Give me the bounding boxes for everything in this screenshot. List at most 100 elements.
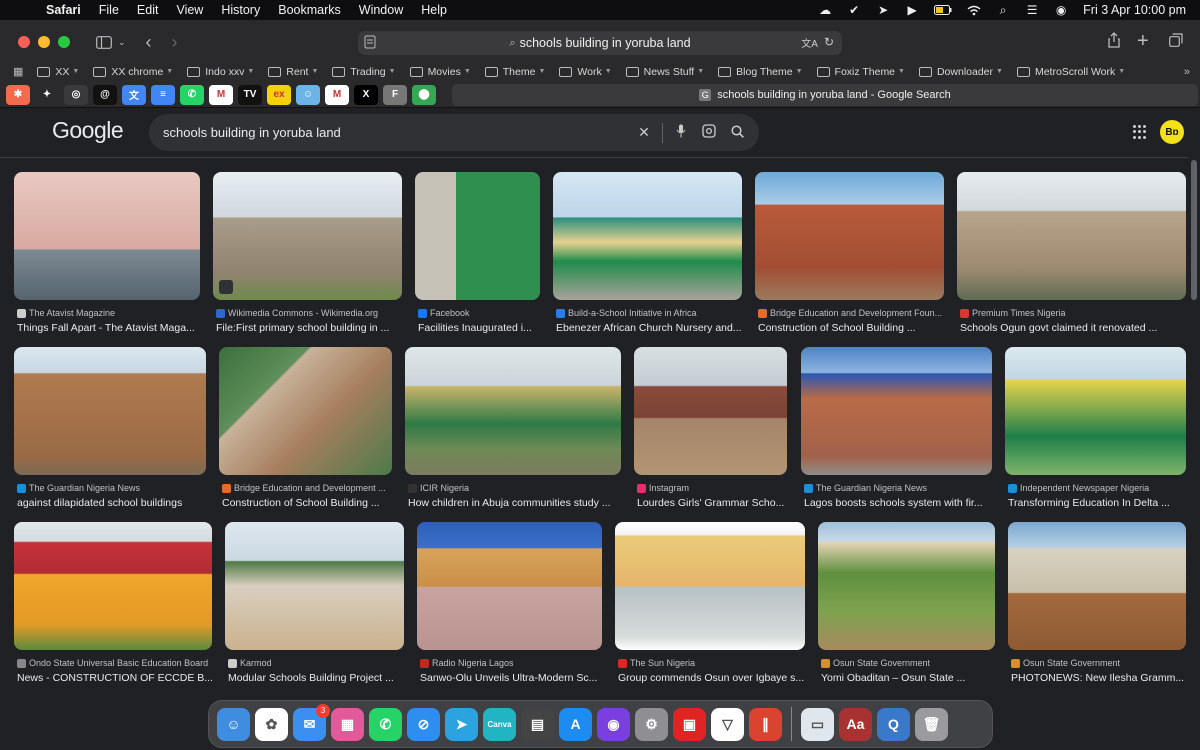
control-center-icon[interactable]: ☰ xyxy=(1025,3,1039,17)
result-source[interactable]: The Atavist Magazine xyxy=(14,308,200,318)
result-thumbnail[interactable] xyxy=(405,347,621,475)
image-result-card[interactable]: Ondo State Universal Basic Education Boa… xyxy=(14,522,212,684)
app-store-icon[interactable]: A xyxy=(559,707,592,741)
image-result-card[interactable]: ICIR Nigeria How children in Abuja commun… xyxy=(405,347,621,509)
bookmark-folder-movies[interactable]: Movies ▼ xyxy=(409,66,471,78)
image-result-card[interactable]: Independent Newspaper Nigeria Transformin… xyxy=(1005,347,1186,509)
image-result-card[interactable]: The Guardian Nigeria News Lagos boosts sc… xyxy=(801,347,992,509)
result-thumbnail[interactable] xyxy=(755,172,944,300)
page-scrollbar[interactable] xyxy=(1188,158,1200,750)
active-tab[interactable]: G schools building in yoruba land - Goog… xyxy=(452,84,1198,106)
calculator-icon[interactable]: ▤ xyxy=(521,707,554,741)
bookmark-folder-trading[interactable]: Trading ▼ xyxy=(332,66,396,78)
result-title[interactable]: PHOTONEWS: New Ilesha Gramm... xyxy=(1011,672,1186,684)
dictionary-icon[interactable]: Aa xyxy=(839,707,872,741)
image-result-card[interactable]: Wikimedia Commons - Wikimedia.org File:Fi… xyxy=(213,172,402,334)
battery-icon[interactable] xyxy=(934,3,952,17)
wifi-icon[interactable] xyxy=(967,3,981,17)
docs-icon[interactable]: ≡ xyxy=(151,84,175,105)
chevron-down-icon[interactable]: ⌄ xyxy=(118,37,126,48)
result-title[interactable]: File:First primary school building in ..… xyxy=(216,322,402,334)
threads-icon[interactable]: @ xyxy=(93,84,117,105)
result-thumbnail[interactable] xyxy=(957,172,1186,300)
bookmark-folder-blog-theme[interactable]: Blog Theme ▼ xyxy=(718,66,803,78)
reader-page-icon[interactable] xyxy=(364,35,378,51)
result-thumbnail[interactable] xyxy=(1005,347,1186,475)
gmail-icon[interactable]: M xyxy=(209,84,233,105)
search-query-text[interactable]: schools building in yoruba land xyxy=(163,125,630,140)
telegram-icon[interactable]: ➤ xyxy=(445,707,478,741)
result-title[interactable]: Construction of School Building ... xyxy=(222,497,392,509)
result-source[interactable]: Radio Nigeria Lagos xyxy=(417,658,602,668)
avatar[interactable]: Bɒ xyxy=(1160,120,1184,144)
result-title[interactable]: News - CONSTRUCTION OF ECCDE B... xyxy=(17,672,212,684)
translate-icon[interactable]: 文 xyxy=(122,84,146,105)
image-result-card[interactable]: The Guardian Nigeria News against dilapid… xyxy=(14,347,206,509)
spotlight-search-icon[interactable]: ⌕ xyxy=(996,3,1010,17)
result-thumbnail[interactable] xyxy=(213,172,402,300)
result-source[interactable]: Build-a-School Initiative in Africa xyxy=(553,308,742,318)
parallels-icon[interactable]: ∥ xyxy=(749,707,782,741)
google-search-box[interactable]: schools building in yoruba land ✕ xyxy=(149,114,759,151)
result-thumbnail[interactable] xyxy=(1008,522,1186,650)
bookmark-folder-indo-xxv[interactable]: Indo xxv ▼ xyxy=(187,66,254,78)
vpn-status-icon[interactable]: ✔ xyxy=(847,3,861,17)
result-title[interactable]: Sanwo-Olu Unveils Ultra-Modern Sc... xyxy=(420,672,602,684)
finder-icon[interactable]: ☺ xyxy=(296,84,320,105)
image-result-card[interactable]: Bridge Education and Development ... Cons… xyxy=(219,347,392,509)
mail-icon[interactable]: ✉ 3 xyxy=(293,703,330,741)
bookmark-folder-theme[interactable]: Theme ▼ xyxy=(484,66,545,78)
image-result-card[interactable]: Osun State Government PHOTONEWS: New Iles… xyxy=(1008,522,1186,684)
share-icon[interactable] xyxy=(1108,32,1120,48)
voice-search-icon[interactable] xyxy=(667,124,695,141)
x-icon[interactable]: X xyxy=(354,84,378,105)
siri-icon[interactable]: ◉ xyxy=(1054,3,1068,17)
clear-search-icon[interactable]: ✕ xyxy=(630,124,658,141)
bookmark-folder-work[interactable]: Work ▼ xyxy=(559,66,612,78)
chatgpt-icon[interactable]: ◎ xyxy=(64,84,88,105)
image-result-card[interactable]: Bridge Education and Development Foun...… xyxy=(755,172,944,334)
trash-icon[interactable]: 🗑 xyxy=(915,707,948,741)
bookmark-app-icon[interactable]: ✱ xyxy=(6,84,30,105)
menu-view[interactable]: View xyxy=(176,3,203,17)
result-thumbnail[interactable] xyxy=(14,347,206,475)
result-title[interactable]: Modular Schools Building Project ... xyxy=(228,672,404,684)
menu-help[interactable]: Help xyxy=(421,3,447,17)
result-source[interactable]: Bridge Education and Development Foun... xyxy=(755,308,944,318)
menu-edit[interactable]: Edit xyxy=(137,3,159,17)
result-thumbnail[interactable] xyxy=(818,522,995,650)
menu-app-name[interactable]: Safari xyxy=(46,3,81,17)
f-app-icon[interactable]: F xyxy=(383,84,407,105)
bookmark-folder-rent[interactable]: Rent ▼ xyxy=(268,66,318,78)
search-icon[interactable] xyxy=(723,124,751,141)
google-apps-icon[interactable] xyxy=(1133,125,1147,139)
menubar-clock[interactable]: Fri 3 Apr 10:00 pm xyxy=(1083,3,1186,17)
image-result-card[interactable]: Build-a-School Initiative in Africa Ebene… xyxy=(553,172,742,334)
bookmark-folder-metroscroll-work[interactable]: MetroScroll Work ▼ xyxy=(1016,66,1125,78)
system-settings-icon[interactable]: ⚙ xyxy=(635,707,668,741)
menu-bookmarks[interactable]: Bookmarks xyxy=(278,3,341,17)
result-thumbnail[interactable] xyxy=(553,172,742,300)
result-thumbnail[interactable] xyxy=(417,522,602,650)
result-title[interactable]: Lourdes Girls' Grammar Scho... xyxy=(637,497,787,509)
result-source[interactable]: Wikimedia Commons - Wikimedia.org xyxy=(213,308,402,318)
sidebar-toggle-icon[interactable] xyxy=(96,35,112,49)
bookmark-folder-foxiz-theme[interactable]: Foxiz Theme ▼ xyxy=(816,66,905,78)
podcast-icon[interactable]: ◉ xyxy=(597,707,630,741)
result-thumbnail[interactable] xyxy=(219,347,392,475)
finder-icon[interactable]: ☺ xyxy=(217,707,250,741)
menu-file[interactable]: File xyxy=(99,3,119,17)
photos-icon[interactable]: ✿ xyxy=(255,707,288,741)
result-title[interactable]: Lagos boosts schools system with fir... xyxy=(804,497,992,509)
result-title[interactable]: How children in Abuja communities study … xyxy=(408,497,621,509)
image-result-card[interactable]: Facebook Facilities Inaugurated i... xyxy=(415,172,540,334)
bookmark-folder-xx-chrome[interactable]: XX chrome ▼ xyxy=(93,66,173,78)
result-thumbnail[interactable] xyxy=(14,172,200,300)
result-source[interactable]: Osun State Government xyxy=(818,658,995,668)
result-title[interactable]: against dilapidated school buildings xyxy=(17,497,206,509)
result-title[interactable]: Construction of School Building ... xyxy=(758,322,944,334)
exness-icon[interactable]: ex xyxy=(267,84,291,105)
result-title[interactable]: Schools Ogun govt claimed it renovated .… xyxy=(960,322,1186,334)
gmail-2-icon[interactable]: M xyxy=(325,84,349,105)
image-result-card[interactable]: Radio Nigeria Lagos Sanwo-Olu Unveils Ult… xyxy=(417,522,602,684)
